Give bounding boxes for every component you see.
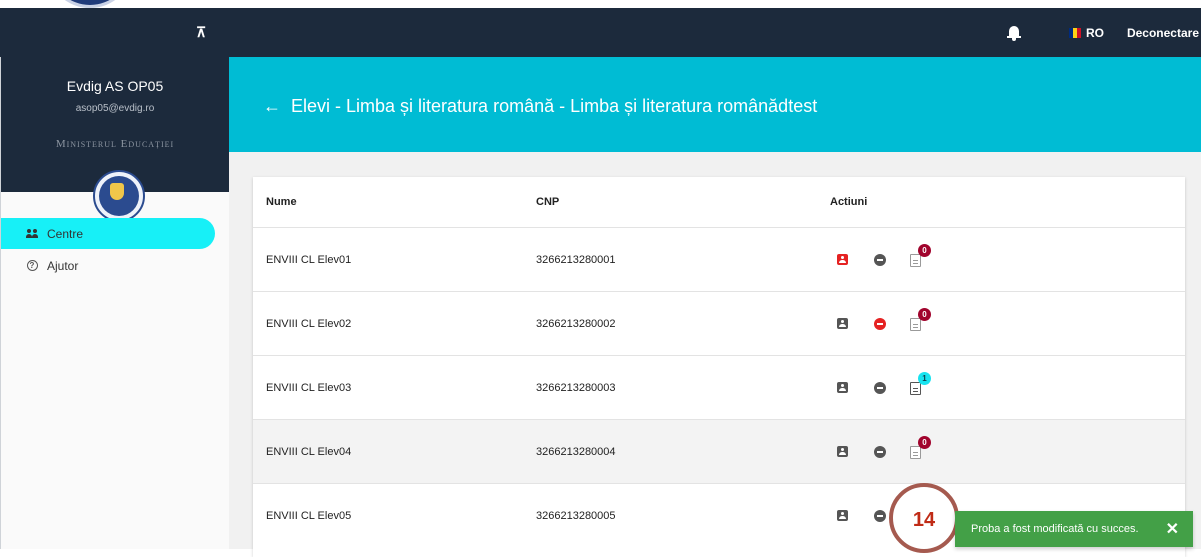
student-cnp: 3266213280004 <box>536 445 616 458</box>
document-icon[interactable]: 1 <box>910 372 931 395</box>
table-row: ENVIII CL Elev01 3266213280001 0 <box>253 227 1185 291</box>
notification-bell-icon[interactable] <box>1006 25 1021 41</box>
back-arrow-icon[interactable]: ← <box>263 96 281 117</box>
table-row: ENVIII CL Elev04 3266213280004 0 <box>253 419 1185 483</box>
column-header-cnp: CNP <box>536 196 560 208</box>
language-selector[interactable]: RO <box>1068 25 1104 40</box>
user-name: Evdig AS OP05 <box>66 78 164 94</box>
sidebar-item-ajutor[interactable]: ? Ajutor <box>1 250 215 281</box>
romania-flag-icon <box>1068 27 1081 38</box>
page-title: Elevi - Limba și literatura română - Lim… <box>291 96 818 116</box>
student-name: ENVIII CL Elev02 <box>266 317 352 330</box>
remove-icon[interactable] <box>874 253 886 266</box>
student-profile-icon[interactable] <box>837 318 848 329</box>
people-icon <box>26 228 38 240</box>
student-cnp: 3266213280005 <box>536 509 616 522</box>
government-emblem <box>93 170 145 222</box>
sidebar-item-label: Ajutor <box>47 258 79 273</box>
document-icon[interactable]: 0 <box>910 244 931 267</box>
step-number-marker: 14 <box>889 483 959 553</box>
remove-icon[interactable] <box>874 445 886 458</box>
main-content: ← Elevi - Limba și literatura română - L… <box>229 57 1201 557</box>
document-count-badge: 0 <box>918 308 931 321</box>
step-number: 14 <box>912 509 936 531</box>
sidebar-item-centre[interactable]: Centre <box>1 218 215 249</box>
column-header-nume: Nume <box>266 196 297 208</box>
table-row: ENVIII CL Elev03 3266213280003 1 <box>253 355 1185 419</box>
document-icon[interactable]: 0 <box>910 308 931 331</box>
student-cnp: 3266213280003 <box>536 381 616 394</box>
close-icon[interactable]: ✕ <box>1166 519 1179 539</box>
student-profile-icon[interactable] <box>837 446 848 457</box>
student-name: ENVIII CL Elev04 <box>266 445 352 458</box>
logout-button[interactable]: Deconectare <box>1127 26 1199 40</box>
document-icon[interactable]: 0 <box>910 436 931 459</box>
toast-message: Proba a fost modificată cu succes. <box>971 523 1139 535</box>
student-name: ENVIII CL Elev03 <box>266 381 352 394</box>
student-profile-icon[interactable] <box>837 382 848 393</box>
student-name: ENVIII CL Elev05 <box>266 509 352 522</box>
document-count-badge: 1 <box>918 372 931 385</box>
student-cnp: 3266213280002 <box>536 317 616 330</box>
student-profile-icon[interactable] <box>837 254 848 265</box>
language-code: RO <box>1085 25 1104 40</box>
table-row: ENVIII CL Elev02 3266213280002 0 <box>253 291 1185 355</box>
sidebar: Evdig AS OP05 asop05@evdig.ro Ministerul… <box>0 57 229 549</box>
ministry-name: Ministerul Educației <box>55 138 175 150</box>
remove-icon[interactable] <box>874 317 886 330</box>
top-bar: ⊼ RO Deconectare <box>0 8 1201 57</box>
sidebar-item-label: Centre <box>47 226 84 241</box>
students-table: Nume CNP Actiuni ENVIII CL Elev01 326621… <box>253 177 1185 557</box>
success-toast: Proba a fost modificată cu succes. ✕ <box>955 511 1193 547</box>
remove-icon[interactable] <box>874 381 886 394</box>
student-profile-icon[interactable] <box>837 510 848 521</box>
user-email: asop05@evdig.ro <box>75 103 155 114</box>
student-cnp: 3266213280001 <box>536 253 616 266</box>
ministry-logo-top <box>48 0 132 8</box>
student-name: ENVIII CL Elev01 <box>266 253 352 266</box>
column-header-actiuni: Actiuni <box>830 196 868 208</box>
page-banner: ← Elevi - Limba și literatura română - L… <box>229 57 1201 152</box>
remove-icon[interactable] <box>874 509 886 522</box>
document-count-badge: 0 <box>918 436 931 449</box>
help-circle-icon: ? <box>26 260 38 272</box>
pin-icon[interactable]: ⊼ <box>196 24 206 41</box>
document-count-badge: 0 <box>918 244 931 257</box>
